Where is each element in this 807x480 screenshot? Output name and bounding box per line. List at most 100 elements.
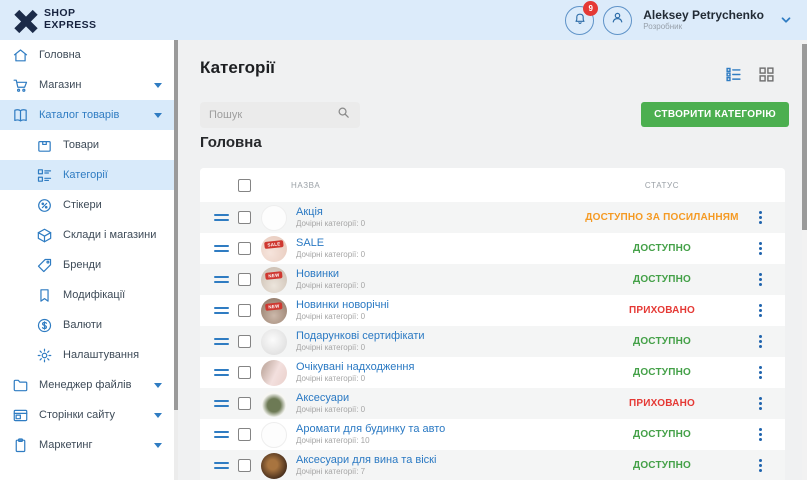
status-badge: ДОСТУПНО [552, 336, 772, 347]
category-name-link[interactable]: Новинки [296, 268, 365, 282]
select-all-checkbox[interactable] [238, 179, 251, 192]
brands-icon [36, 257, 53, 274]
kebab-menu-icon[interactable] [756, 301, 765, 320]
settings-icon [36, 347, 53, 364]
kebab-menu-icon[interactable] [756, 270, 765, 289]
table-row: NEW Новинки Дочірні категорії: 0 ДОСТУПН… [200, 264, 785, 295]
user-menu-chevron-down-icon[interactable] [779, 13, 793, 27]
status-badge: ДОСТУПНО [552, 274, 772, 285]
status-badge: ДОСТУПНО [552, 429, 772, 440]
sidebar-item-modifications[interactable]: Модифікації [0, 280, 178, 310]
kebab-menu-icon[interactable] [756, 425, 765, 444]
category-name-link[interactable]: SALE [296, 237, 365, 251]
kebab-menu-icon[interactable] [756, 363, 765, 382]
sidebar-item-marketing[interactable]: Маркетинг [0, 430, 178, 460]
status-badge: ПРИХОВАНО [552, 398, 772, 409]
kebab-menu-icon[interactable] [756, 456, 765, 475]
list-view-toggle[interactable] [725, 66, 742, 83]
chevron-down-icon [154, 113, 162, 118]
table-row: SALE SALE Дочірні категорії: 0 ДОСТУПНО [200, 233, 785, 264]
modifications-icon [36, 287, 53, 304]
sidebar-scrollbar-thumb[interactable] [174, 40, 178, 410]
drag-handle-icon[interactable] [214, 307, 229, 314]
category-thumbnail [261, 422, 287, 448]
table-row: Аксесуари Дочірні категорії: 0 ПРИХОВАНО [200, 388, 785, 419]
sidebar-item-warehouse[interactable]: Склади і магазини [0, 220, 178, 250]
row-checkbox[interactable] [238, 211, 251, 224]
kebab-menu-icon[interactable] [756, 394, 765, 413]
column-header-status: СТАТУС [552, 181, 772, 190]
row-checkbox[interactable] [238, 428, 251, 441]
drag-handle-icon[interactable] [214, 338, 229, 345]
row-checkbox[interactable] [238, 304, 251, 317]
sidebar-item-catalog[interactable]: Каталог товарів [0, 100, 178, 130]
category-name-link[interactable]: Акція [296, 206, 365, 220]
thumbnail-tag: NEW [265, 302, 283, 311]
categories-icon [36, 167, 53, 184]
column-header-name: НАЗВА [291, 181, 320, 190]
row-checkbox[interactable] [238, 242, 251, 255]
category-thumbnail: NEW [261, 298, 287, 324]
drag-handle-icon[interactable] [214, 245, 229, 252]
category-children-count: Дочірні категорії: 0 [296, 374, 414, 384]
sidebar-item-stickers[interactable]: Стікери [0, 190, 178, 220]
sidebar-item-categories[interactable]: Категорії [0, 160, 178, 190]
notifications-button[interactable]: 9 [565, 6, 594, 35]
table-row: NEW Новинки новорічні Дочірні категорії:… [200, 295, 785, 326]
user-icon [609, 9, 626, 31]
brand-logo[interactable]: SHOP EXPRESS [14, 8, 96, 32]
table-row: Аромати для будинку та авто Дочірні кате… [200, 419, 785, 450]
categories-table: НАЗВА СТАТУС Акція Дочірні категорії: 0 … [200, 168, 785, 480]
sidebar-item-settings[interactable]: Налаштування [0, 340, 178, 370]
category-name-link[interactable]: Аромати для будинку та авто [296, 423, 445, 437]
pages-icon [12, 407, 29, 424]
kebab-menu-icon[interactable] [756, 239, 765, 258]
page-title: Категорії [200, 58, 275, 78]
products-icon [36, 137, 53, 154]
drag-handle-icon[interactable] [214, 369, 229, 376]
category-children-count: Дочірні категорії: 0 [296, 343, 425, 353]
chevron-down-icon [154, 383, 162, 388]
drag-handle-icon[interactable] [214, 431, 229, 438]
row-checkbox[interactable] [238, 459, 251, 472]
kebab-menu-icon[interactable] [756, 332, 765, 351]
row-checkbox[interactable] [238, 397, 251, 410]
page-scrollbar-thumb[interactable] [802, 44, 807, 230]
search-box [200, 102, 360, 128]
sidebar-item-cart[interactable]: Магазин [0, 70, 178, 100]
category-thumbnail [261, 453, 287, 479]
category-name-link[interactable]: Новинки новорічні [296, 299, 389, 313]
sidebar-item-brands[interactable]: Бренди [0, 250, 178, 280]
kebab-menu-icon[interactable] [756, 208, 765, 227]
drag-handle-icon[interactable] [214, 276, 229, 283]
category-children-count: Дочірні категорії: 0 [296, 219, 365, 229]
row-checkbox[interactable] [238, 335, 251, 348]
sidebar-item-pages[interactable]: Сторінки сайту [0, 400, 178, 430]
create-category-button[interactable]: СТВОРИТИ КАТЕГОРІЮ [641, 102, 789, 127]
table-row: Акція Дочірні категорії: 0 ДОСТУПНО ЗА П… [200, 202, 785, 233]
avatar[interactable] [603, 6, 632, 35]
sidebar-item-files[interactable]: Менеджер файлів [0, 370, 178, 400]
category-children-count: Дочірні категорії: 0 [296, 250, 365, 260]
drag-handle-icon[interactable] [214, 400, 229, 407]
table-header: НАЗВА СТАТУС [200, 168, 785, 202]
category-name-link[interactable]: Аксесуари для вина та віскі [296, 454, 436, 468]
category-name-link[interactable]: Очікувані надходження [296, 361, 414, 375]
catalog-icon [12, 107, 29, 124]
sidebar-item-home[interactable]: Головна [0, 40, 178, 70]
category-name-link[interactable]: Подарункові сертифікати [296, 330, 425, 344]
currency-icon [36, 317, 53, 334]
row-checkbox[interactable] [238, 273, 251, 286]
row-checkbox[interactable] [238, 366, 251, 379]
user-name: Aleksey Petrychenko [643, 8, 764, 22]
drag-handle-icon[interactable] [214, 214, 229, 221]
grid-view-toggle[interactable] [758, 66, 775, 83]
notifications-badge: 9 [583, 1, 598, 16]
drag-handle-icon[interactable] [214, 462, 229, 469]
search-input[interactable] [209, 109, 336, 121]
home-icon [12, 47, 29, 64]
sidebar-item-currency[interactable]: Валюти [0, 310, 178, 340]
status-badge: ДОСТУПНО [552, 460, 772, 471]
sidebar-item-products[interactable]: Товари [0, 130, 178, 160]
category-name-link[interactable]: Аксесуари [296, 392, 365, 406]
